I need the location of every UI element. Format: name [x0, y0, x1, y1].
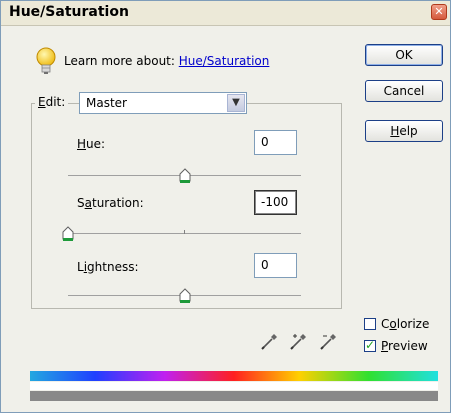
hue-slider-thumb[interactable]	[179, 168, 191, 184]
hue-label: Hue:	[77, 137, 106, 151]
help-accelerator: H	[390, 124, 400, 138]
edit-channel-value: Master	[86, 96, 127, 110]
edit-label: Edit:	[35, 95, 69, 109]
chevron-down-icon[interactable]: ▼	[227, 94, 245, 112]
help-button[interactable]: Help	[365, 120, 443, 142]
lightbulb-icon	[36, 47, 56, 74]
preview-label[interactable]: Preview	[381, 339, 428, 353]
hue-input[interactable]: 0	[254, 130, 297, 155]
preview-checkbox[interactable]: ✓	[364, 338, 376, 352]
title-bar[interactable]: Hue/Saturation ✕	[1, 1, 450, 26]
close-icon: ✕	[434, 5, 444, 18]
eyedropper-icon[interactable]	[260, 331, 280, 351]
colorize-checkbox[interactable]	[364, 318, 376, 330]
close-button[interactable]: ✕	[431, 4, 447, 20]
lightness-label: Lightness:	[77, 260, 139, 274]
cancel-button[interactable]: Cancel	[365, 80, 443, 102]
edit-channel-select[interactable]: Master ▼	[79, 92, 247, 114]
help-label: elp	[399, 124, 418, 138]
saturation-label: Saturation:	[77, 196, 144, 210]
bar-separator	[30, 382, 438, 390]
lightness-input[interactable]: 0	[254, 253, 297, 278]
saturation-input[interactable]: -100	[254, 190, 297, 215]
hue-saturation-dialog: Hue/Saturation ✕ Learn more about: Hue/S…	[0, 0, 451, 413]
saturation-slider-thumb[interactable]	[62, 226, 74, 242]
learn-more-link[interactable]: Hue/Saturation	[179, 54, 270, 68]
lightness-slider-thumb[interactable]	[179, 288, 191, 304]
input-spectrum-bar	[30, 371, 438, 381]
learn-more: Learn more about: Hue/Saturation	[64, 54, 269, 68]
ok-button[interactable]: OK	[365, 44, 443, 66]
saturation-slider-track[interactable]	[68, 230, 301, 234]
colorize-label[interactable]: Colorize	[381, 317, 429, 331]
eyedropper-plus-icon[interactable]	[289, 331, 309, 351]
window-title: Hue/Saturation	[9, 4, 129, 20]
checkmark-icon: ✓	[365, 338, 376, 352]
output-spectrum-bar	[30, 391, 438, 401]
eyedropper-minus-icon[interactable]	[319, 331, 339, 351]
learn-more-prefix: Learn more about:	[64, 54, 175, 68]
